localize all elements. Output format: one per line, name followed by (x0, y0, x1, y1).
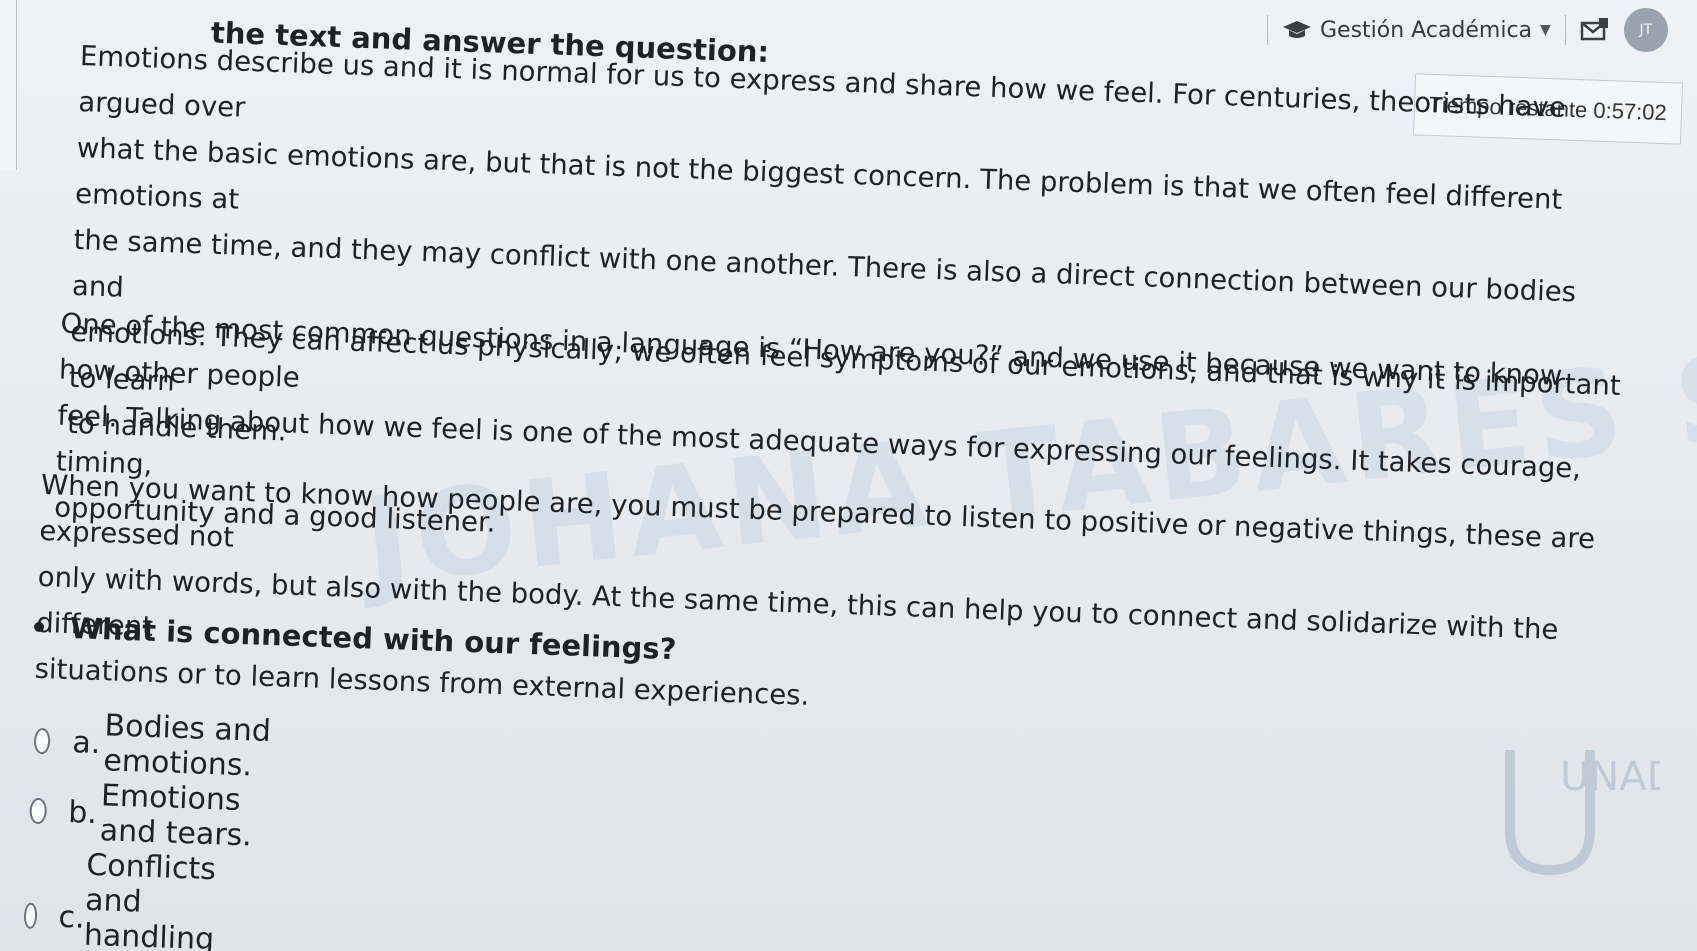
option-c[interactable]: c. Conflicts and handling emotions. (22, 846, 279, 951)
option-letter: a. (71, 724, 102, 761)
user-avatar[interactable]: JT (1623, 8, 1668, 52)
option-text: Bodies and emotions. (102, 708, 272, 784)
top-navigation-bar: Gestión Académica ▼ JT (1237, 0, 1697, 60)
left-panel-edge (0, 0, 17, 170)
menu-label: Gestión Académica (1320, 17, 1533, 43)
option-b[interactable]: b. Emotions and tears. (28, 776, 274, 854)
bullet-icon (33, 621, 45, 633)
nav-divider-2 (1564, 15, 1566, 45)
logo-text: UNAD (1560, 754, 1660, 800)
quiz-page: JOHANA TABARES SERNA Gestión Académica ▼… (0, 0, 1697, 951)
graduation-cap-icon (1283, 21, 1311, 38)
option-letter: b. (67, 794, 98, 831)
gestion-academica-menu[interactable]: Gestión Académica ▼ (1282, 18, 1551, 43)
nav-divider (1267, 15, 1268, 45)
radio-button[interactable] (33, 727, 51, 755)
option-letter: c. (57, 899, 86, 936)
option-a[interactable]: a. Bodies and emotions. (33, 706, 288, 785)
option-text: Conflicts and handling emotions. (83, 847, 217, 951)
chevron-down-icon: ▼ (1540, 22, 1551, 38)
option-text: Emotions and tears. (99, 778, 253, 854)
unad-logo-watermark: UNAD (1505, 750, 1660, 876)
radio-button[interactable] (29, 797, 47, 825)
messages-icon[interactable] (1580, 17, 1610, 43)
radio-button[interactable] (23, 902, 38, 930)
